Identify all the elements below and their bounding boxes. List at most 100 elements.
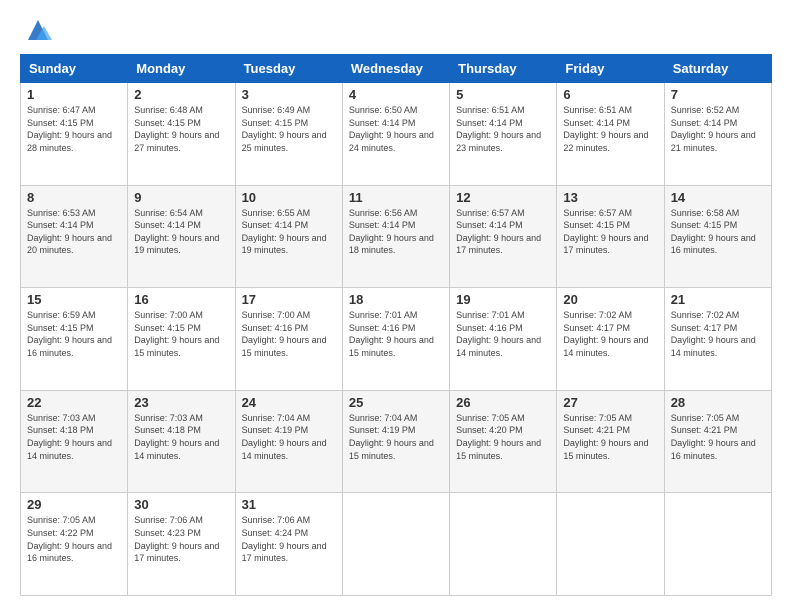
- header-day-saturday: Saturday: [664, 55, 771, 83]
- day-cell: 27Sunrise: 7:05 AMSunset: 4:21 PMDayligh…: [557, 390, 664, 493]
- day-info: Sunrise: 6:52 AMSunset: 4:14 PMDaylight:…: [671, 105, 756, 153]
- day-cell: 31 Sunrise: 7:06 AMSunset: 4:24 PMDayligh…: [235, 493, 342, 596]
- day-info: Sunrise: 7:02 AMSunset: 4:17 PMDaylight:…: [563, 310, 648, 358]
- day-number: 9: [134, 190, 228, 205]
- header: [20, 16, 772, 44]
- day-number: 26: [456, 395, 550, 410]
- day-info: Sunrise: 7:05 AMSunset: 4:21 PMDaylight:…: [563, 413, 648, 461]
- day-info: Sunrise: 6:49 AMSunset: 4:15 PMDaylight:…: [242, 105, 327, 153]
- day-info: Sunrise: 7:00 AMSunset: 4:16 PMDaylight:…: [242, 310, 327, 358]
- day-info: Sunrise: 6:59 AMSunset: 4:15 PMDaylight:…: [27, 310, 112, 358]
- day-cell: 6 Sunrise: 6:51 AMSunset: 4:14 PMDaylight…: [557, 83, 664, 186]
- day-cell: 10Sunrise: 6:55 AMSunset: 4:14 PMDayligh…: [235, 185, 342, 288]
- day-number: 30: [134, 497, 228, 512]
- day-cell: 7 Sunrise: 6:52 AMSunset: 4:14 PMDaylight…: [664, 83, 771, 186]
- week-row-5: 29Sunrise: 7:05 AMSunset: 4:22 PMDayligh…: [21, 493, 772, 596]
- day-cell: [664, 493, 771, 596]
- day-info: Sunrise: 7:03 AMSunset: 4:18 PMDaylight:…: [134, 413, 219, 461]
- day-info: Sunrise: 7:01 AMSunset: 4:16 PMDaylight:…: [349, 310, 434, 358]
- day-info: Sunrise: 6:56 AMSunset: 4:14 PMDaylight:…: [349, 208, 434, 256]
- day-cell: 4 Sunrise: 6:50 AMSunset: 4:14 PMDaylight…: [342, 83, 449, 186]
- day-number: 12: [456, 190, 550, 205]
- day-cell: 14 Sunrise: 6:58 AMSunset: 4:15 PMDayligh…: [664, 185, 771, 288]
- day-number: 4: [349, 87, 443, 102]
- day-number: 28: [671, 395, 765, 410]
- day-cell: 24Sunrise: 7:04 AMSunset: 4:19 PMDayligh…: [235, 390, 342, 493]
- day-info: Sunrise: 7:05 AMSunset: 4:22 PMDaylight:…: [27, 515, 112, 563]
- day-info: Sunrise: 6:57 AMSunset: 4:15 PMDaylight:…: [563, 208, 648, 256]
- day-cell: 23 Sunrise: 7:03 AMSunset: 4:18 PMDayligh…: [128, 390, 235, 493]
- day-info: Sunrise: 6:53 AMSunset: 4:14 PMDaylight:…: [27, 208, 112, 256]
- day-number: 19: [456, 292, 550, 307]
- day-info: Sunrise: 6:48 AMSunset: 4:15 PMDaylight:…: [134, 105, 219, 153]
- header-row: SundayMondayTuesdayWednesdayThursdayFrid…: [21, 55, 772, 83]
- day-info: Sunrise: 6:50 AMSunset: 4:14 PMDaylight:…: [349, 105, 434, 153]
- week-row-3: 15 Sunrise: 6:59 AMSunset: 4:15 PMDayligh…: [21, 288, 772, 391]
- day-cell: 8 Sunrise: 6:53 AMSunset: 4:14 PMDaylight…: [21, 185, 128, 288]
- day-number: 16: [134, 292, 228, 307]
- day-cell: 22 Sunrise: 7:03 AMSunset: 4:18 PMDayligh…: [21, 390, 128, 493]
- day-cell: 18 Sunrise: 7:01 AMSunset: 4:16 PMDayligh…: [342, 288, 449, 391]
- day-number: 31: [242, 497, 336, 512]
- day-number: 2: [134, 87, 228, 102]
- day-number: 14: [671, 190, 765, 205]
- week-row-1: 1Sunrise: 6:47 AMSunset: 4:15 PMDaylight…: [21, 83, 772, 186]
- week-row-2: 8 Sunrise: 6:53 AMSunset: 4:14 PMDaylight…: [21, 185, 772, 288]
- day-cell: 2 Sunrise: 6:48 AMSunset: 4:15 PMDaylight…: [128, 83, 235, 186]
- day-cell: 30 Sunrise: 7:06 AMSunset: 4:23 PMDayligh…: [128, 493, 235, 596]
- header-day-wednesday: Wednesday: [342, 55, 449, 83]
- day-cell: 9 Sunrise: 6:54 AMSunset: 4:14 PMDaylight…: [128, 185, 235, 288]
- day-cell: [342, 493, 449, 596]
- header-day-friday: Friday: [557, 55, 664, 83]
- day-info: Sunrise: 7:06 AMSunset: 4:24 PMDaylight:…: [242, 515, 327, 563]
- day-cell: 17 Sunrise: 7:00 AMSunset: 4:16 PMDayligh…: [235, 288, 342, 391]
- day-number: 23: [134, 395, 228, 410]
- day-cell: 11Sunrise: 6:56 AMSunset: 4:14 PMDayligh…: [342, 185, 449, 288]
- day-info: Sunrise: 6:55 AMSunset: 4:14 PMDaylight:…: [242, 208, 327, 256]
- day-cell: 28 Sunrise: 7:05 AMSunset: 4:21 PMDayligh…: [664, 390, 771, 493]
- day-number: 15: [27, 292, 121, 307]
- day-info: Sunrise: 6:47 AMSunset: 4:15 PMDaylight:…: [27, 105, 112, 153]
- day-cell: [557, 493, 664, 596]
- calendar-table: SundayMondayTuesdayWednesdayThursdayFrid…: [20, 54, 772, 596]
- day-number: 3: [242, 87, 336, 102]
- day-info: Sunrise: 7:01 AMSunset: 4:16 PMDaylight:…: [456, 310, 541, 358]
- day-cell: 13 Sunrise: 6:57 AMSunset: 4:15 PMDayligh…: [557, 185, 664, 288]
- day-number: 8: [27, 190, 121, 205]
- day-info: Sunrise: 7:04 AMSunset: 4:19 PMDaylight:…: [349, 413, 434, 461]
- day-cell: 21 Sunrise: 7:02 AMSunset: 4:17 PMDayligh…: [664, 288, 771, 391]
- day-cell: 12 Sunrise: 6:57 AMSunset: 4:14 PMDayligh…: [450, 185, 557, 288]
- day-number: 6: [563, 87, 657, 102]
- week-row-4: 22 Sunrise: 7:03 AMSunset: 4:18 PMDayligh…: [21, 390, 772, 493]
- day-cell: 25 Sunrise: 7:04 AMSunset: 4:19 PMDayligh…: [342, 390, 449, 493]
- day-info: Sunrise: 6:54 AMSunset: 4:14 PMDaylight:…: [134, 208, 219, 256]
- day-number: 25: [349, 395, 443, 410]
- day-info: Sunrise: 7:03 AMSunset: 4:18 PMDaylight:…: [27, 413, 112, 461]
- header-day-monday: Monday: [128, 55, 235, 83]
- day-cell: 1Sunrise: 6:47 AMSunset: 4:15 PMDaylight…: [21, 83, 128, 186]
- page: SundayMondayTuesdayWednesdayThursdayFrid…: [0, 0, 792, 612]
- day-number: 20: [563, 292, 657, 307]
- header-day-tuesday: Tuesday: [235, 55, 342, 83]
- day-cell: 15 Sunrise: 6:59 AMSunset: 4:15 PMDayligh…: [21, 288, 128, 391]
- day-cell: 3 Sunrise: 6:49 AMSunset: 4:15 PMDaylight…: [235, 83, 342, 186]
- day-cell: 19 Sunrise: 7:01 AMSunset: 4:16 PMDayligh…: [450, 288, 557, 391]
- logo: [20, 16, 52, 44]
- day-number: 21: [671, 292, 765, 307]
- day-info: Sunrise: 7:05 AMSunset: 4:21 PMDaylight:…: [671, 413, 756, 461]
- day-info: Sunrise: 7:00 AMSunset: 4:15 PMDaylight:…: [134, 310, 219, 358]
- day-cell: 26Sunrise: 7:05 AMSunset: 4:20 PMDayligh…: [450, 390, 557, 493]
- day-info: Sunrise: 7:06 AMSunset: 4:23 PMDaylight:…: [134, 515, 219, 563]
- day-info: Sunrise: 6:58 AMSunset: 4:15 PMDaylight:…: [671, 208, 756, 256]
- day-cell: [450, 493, 557, 596]
- day-number: 22: [27, 395, 121, 410]
- day-number: 18: [349, 292, 443, 307]
- day-info: Sunrise: 7:02 AMSunset: 4:17 PMDaylight:…: [671, 310, 756, 358]
- logo-icon: [24, 16, 52, 44]
- day-number: 7: [671, 87, 765, 102]
- day-number: 13: [563, 190, 657, 205]
- day-info: Sunrise: 6:57 AMSunset: 4:14 PMDaylight:…: [456, 208, 541, 256]
- day-info: Sunrise: 6:51 AMSunset: 4:14 PMDaylight:…: [563, 105, 648, 153]
- day-number: 17: [242, 292, 336, 307]
- day-cell: 5Sunrise: 6:51 AMSunset: 4:14 PMDaylight…: [450, 83, 557, 186]
